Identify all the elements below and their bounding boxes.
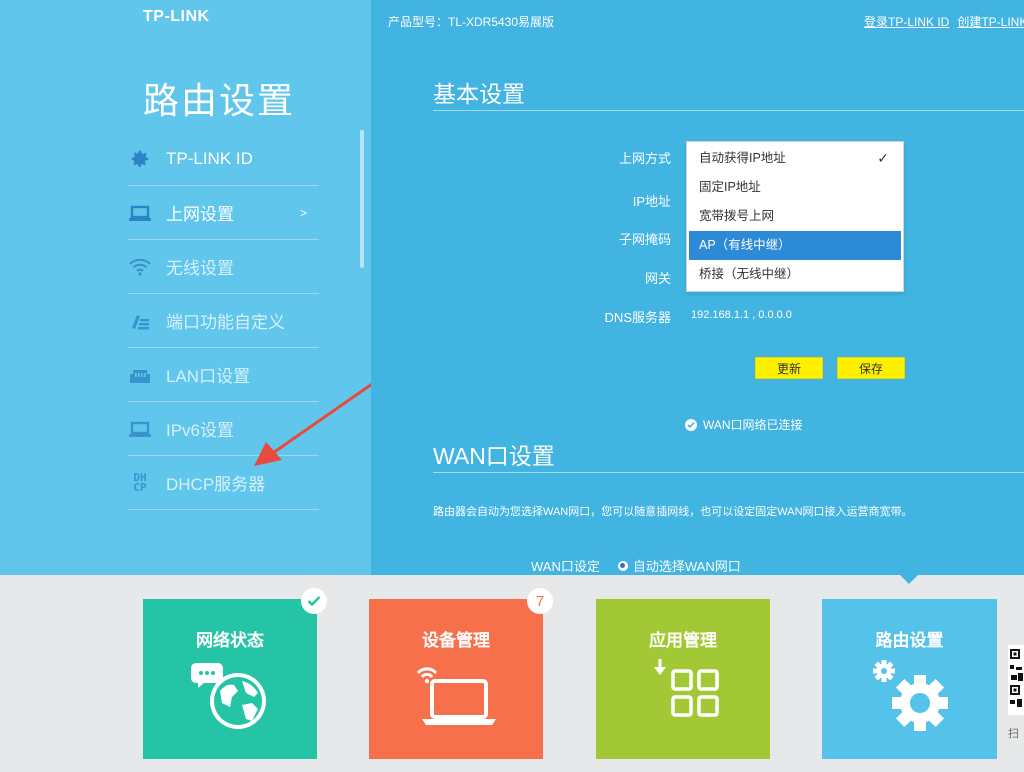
create-id-link[interactable]: 创建TP-LINK ID	[957, 15, 1024, 29]
tile-device-management[interactable]: 设备管理 7	[369, 588, 553, 759]
sidebar: TP-LINK 路由设置 TP-LINK ID 上网设置 > 无线设置 端口功能…	[0, 0, 396, 575]
tp-link-logo: TP-LINK	[143, 8, 210, 25]
notification-badge: 7	[527, 588, 553, 614]
check-circle-icon	[685, 418, 697, 431]
option-ap-wired-relay[interactable]: AP（有线中继）	[689, 231, 901, 260]
wan-description: 路由器会自动为您选择WAN网口，您可以随意插网线，也可以设定固定WAN网口接入运…	[433, 506, 913, 518]
active-tile-pointer	[900, 575, 918, 584]
check-badge-icon	[301, 588, 327, 614]
sidebar-item-label: TP-LINK ID	[166, 148, 253, 168]
wan-setting-value[interactable]: 自动选择WAN网口	[633, 556, 741, 575]
checkmark-icon: ✓	[877, 150, 889, 166]
chevron-right-icon: >	[299, 205, 307, 220]
sidebar-item-tp-link-id[interactable]: TP-LINK ID	[128, 132, 319, 186]
internet-mode-label: 上网方式	[618, 151, 671, 166]
wan-setting-label: WAN口设定	[531, 559, 600, 574]
sidebar-scrollbar[interactable]	[360, 130, 364, 268]
tile-app-management[interactable]: 应用管理	[596, 599, 770, 759]
qr-code-icon	[1008, 645, 1024, 715]
header-links: 登录TP-LINK ID 创建TP-LINK ID	[864, 13, 1024, 30]
sidebar-title: 路由设置	[143, 80, 296, 121]
option-static-ip[interactable]: 固定IP地址	[687, 173, 903, 202]
login-link[interactable]: 登录TP-LINK ID	[864, 15, 949, 29]
laptop-wifi-icon	[369, 657, 543, 737]
dns-server-label: DNS服务器	[604, 310, 671, 325]
subnet-mask-label: 子网掩码	[618, 232, 671, 247]
dns-server-value: 192.168.1.1 , 0.0.0.0	[691, 309, 792, 321]
edit-list-icon	[128, 309, 152, 333]
lan-port-icon	[128, 363, 152, 387]
wan-setting-row: WAN口设定 自动选择WAN网口	[531, 556, 741, 575]
gears-icon	[822, 657, 997, 737]
sidebar-item-label: 端口功能自定义	[166, 313, 285, 332]
sidebar-item-label: 无线设置	[166, 259, 234, 278]
apps-grid-icon	[596, 657, 770, 737]
globe-chat-icon	[143, 657, 317, 737]
option-dhcp[interactable]: 自动获得IP地址 ✓	[687, 144, 903, 173]
sidebar-item-port-custom[interactable]: 端口功能自定义	[128, 294, 319, 348]
dhcp-icon: DH CP	[128, 471, 152, 495]
router-config-panel: TP-LINK 路由设置 TP-LINK ID 上网设置 > 无线设置 端口功能…	[0, 0, 1024, 575]
tile-network-status[interactable]: 网络状态	[143, 588, 327, 759]
radio-button[interactable]	[617, 560, 628, 571]
laptop-icon	[128, 201, 152, 225]
option-label: 桥接（无线中继）	[699, 267, 800, 281]
option-pppoe[interactable]: 宽带拨号上网	[687, 202, 903, 231]
internet-mode-dropdown[interactable]: 自动获得IP地址 ✓ 固定IP地址 宽带拨号上网 AP（有线中继） 桥接（无线中…	[686, 141, 904, 292]
gateway-label: 网关	[644, 271, 671, 286]
option-label: AP（有线中继）	[699, 238, 791, 252]
option-label: 自动获得IP地址	[699, 151, 786, 165]
refresh-button[interactable]: 更新	[755, 357, 823, 379]
wan-status: WAN口网络已连接	[685, 416, 803, 433]
qr-caption: 扫	[1008, 728, 1019, 740]
sidebar-item-wireless[interactable]: 无线设置	[128, 240, 319, 294]
wifi-icon	[128, 255, 152, 279]
sidebar-item-label: IPv6设置	[166, 421, 235, 440]
divider	[433, 110, 1024, 111]
option-bridge-wireless-relay[interactable]: 桥接（无线中继）	[687, 260, 903, 289]
tile-label: 网络状态	[196, 631, 264, 650]
wan-settings-title: WAN口设置	[433, 443, 555, 469]
save-button[interactable]: 保存	[837, 357, 905, 379]
tile-label: 应用管理	[649, 631, 717, 650]
tile-router-settings[interactable]: 路由设置	[822, 599, 997, 759]
sidebar-item-label: 上网设置	[166, 205, 234, 224]
qr-code-area: 扫	[1008, 645, 1024, 765]
laptop-icon	[128, 417, 152, 441]
tile-label: 设备管理	[422, 631, 490, 650]
product-model: 产品型号：TL-XDR5430易展版	[388, 15, 555, 29]
sidebar-item-internet[interactable]: 上网设置 >	[128, 186, 319, 240]
option-label: 宽带拨号上网	[699, 209, 775, 223]
tile-label: 路由设置	[875, 631, 944, 650]
wan-status-text: WAN口网络已连接	[703, 418, 803, 432]
ip-address-label: IP地址	[632, 194, 671, 209]
option-label: 固定IP地址	[699, 180, 761, 194]
dhcp-icon-text: DH CP	[133, 470, 147, 494]
divider	[433, 472, 1024, 473]
sidebar-item-label: LAN口设置	[166, 367, 251, 386]
basic-settings-title: 基本设置	[433, 81, 525, 107]
gear-icon	[128, 147, 152, 171]
